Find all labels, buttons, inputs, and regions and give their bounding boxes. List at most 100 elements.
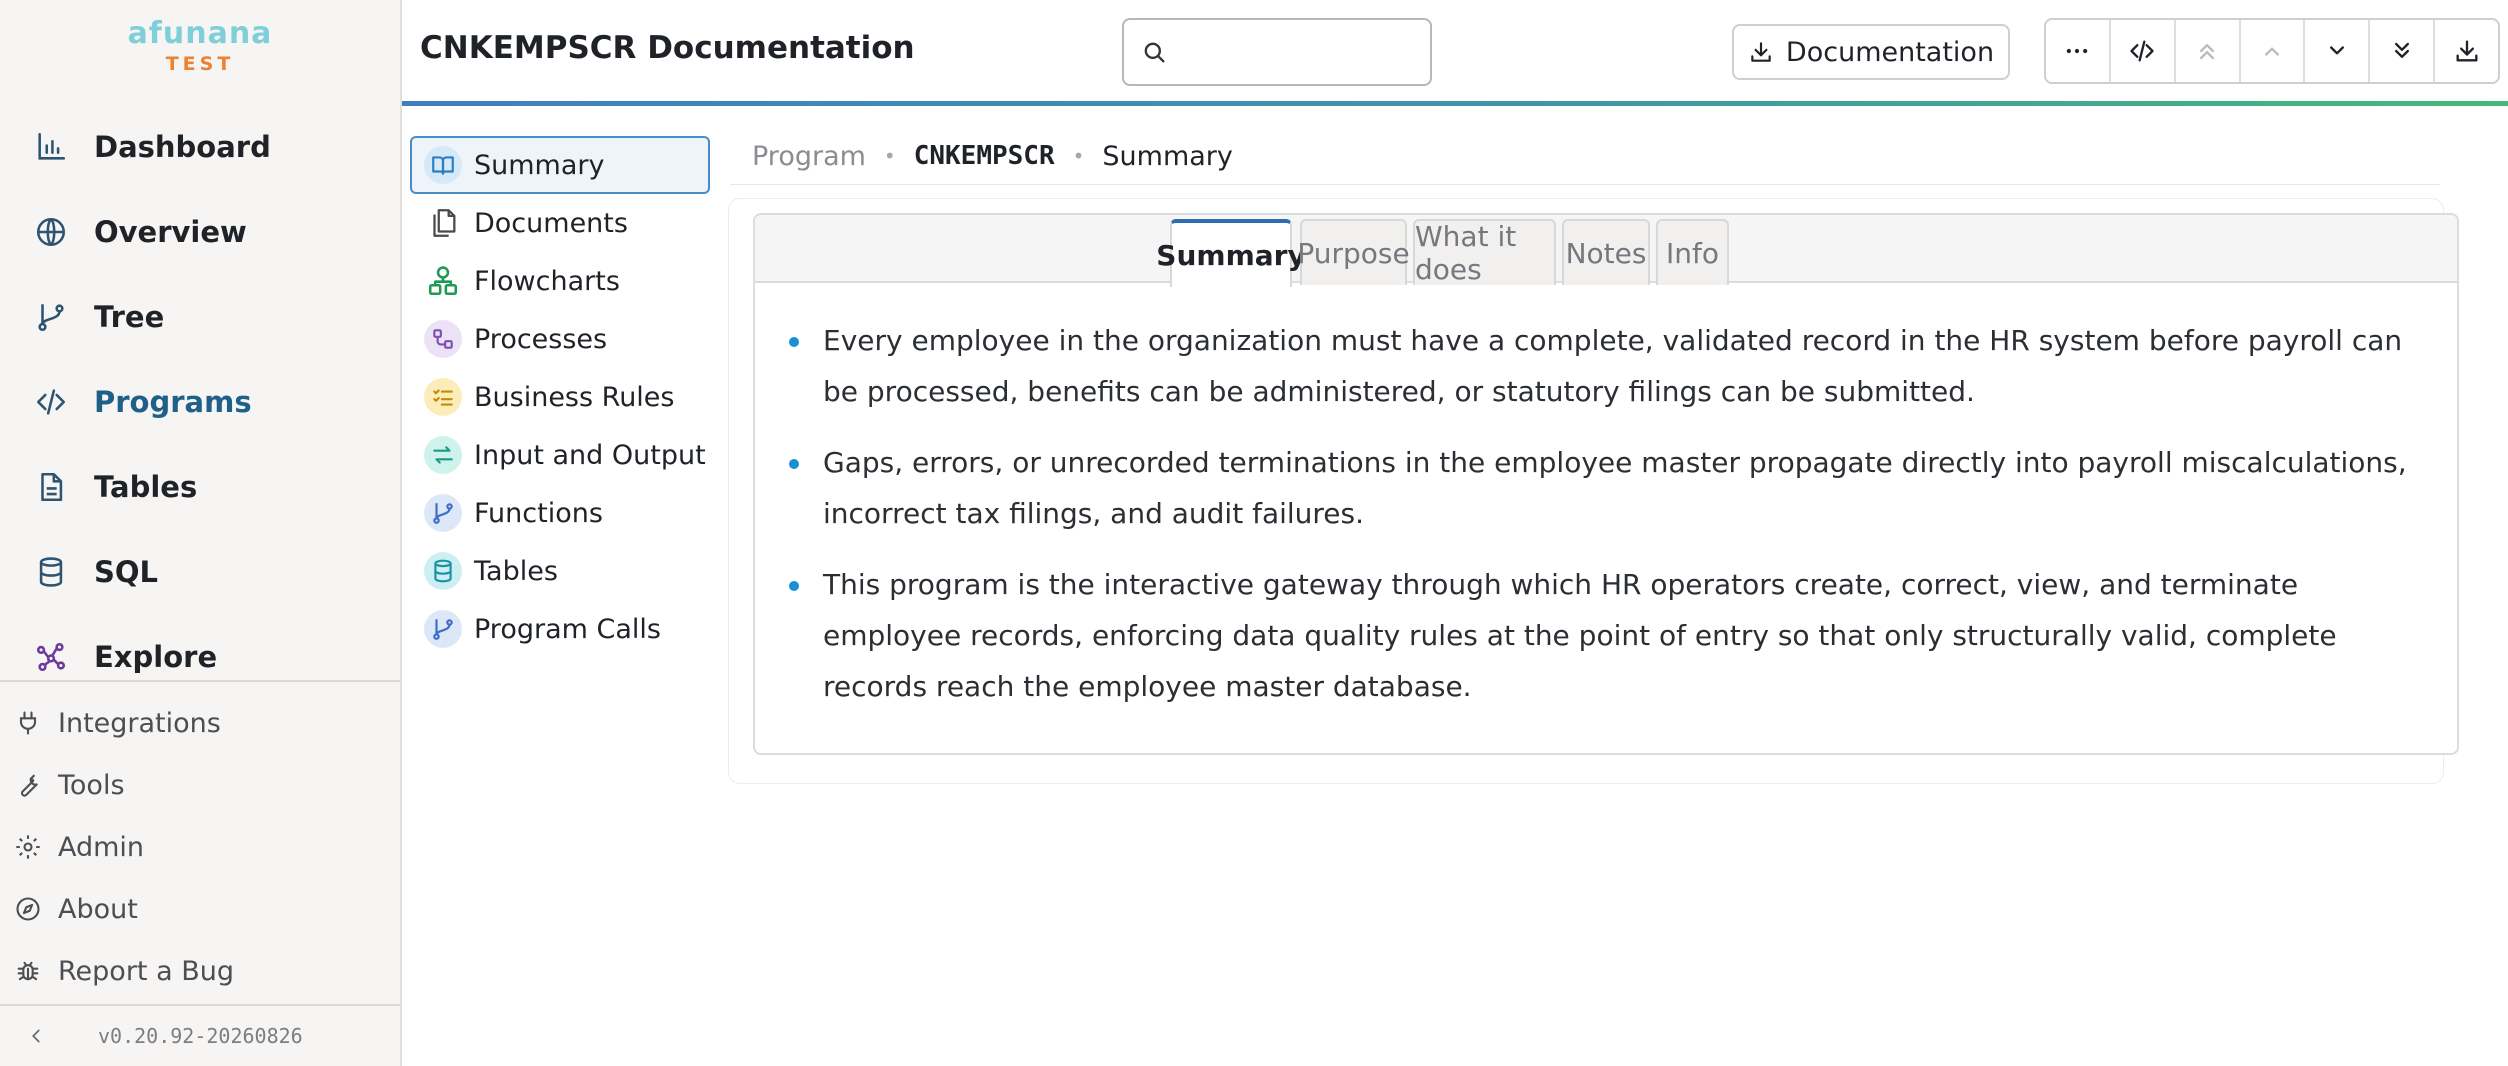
code-icon xyxy=(2128,37,2156,65)
tab-notes[interactable]: Notes xyxy=(1562,219,1650,285)
summary-bullet-list: Every employee in the organization must … xyxy=(785,315,2425,732)
nav-item-explore[interactable]: Explore xyxy=(0,614,400,699)
section-nav-business-rules[interactable]: Business Rules xyxy=(410,368,710,426)
more-icon xyxy=(2063,37,2091,65)
nav-item-tables[interactable]: Tables xyxy=(0,444,400,529)
download-icon xyxy=(1748,39,1786,65)
chevron-left-icon xyxy=(25,1025,47,1047)
nav-item-dashboard[interactable]: Dashboard xyxy=(0,104,400,189)
nav-item-label: Report a Bug xyxy=(58,955,234,987)
sidebar: afunana TEST Dashboard Overview Tree Pro… xyxy=(0,0,402,1066)
documentation-download-button[interactable]: Documentation xyxy=(1732,24,2010,80)
summary-bullet: Every employee in the organization must … xyxy=(785,315,2425,417)
download-button[interactable] xyxy=(2433,20,2498,82)
more-button[interactable] xyxy=(2046,20,2109,82)
previous-section-button[interactable] xyxy=(2238,20,2304,82)
nav-item-integrations[interactable]: Integrations xyxy=(0,692,400,754)
double-chevron-down-icon xyxy=(2388,37,2416,65)
nav-item-admin[interactable]: Admin xyxy=(0,816,400,878)
gear-icon xyxy=(14,833,42,861)
bug-icon xyxy=(14,957,42,985)
plug-icon xyxy=(14,709,42,737)
nav-item-tools[interactable]: Tools xyxy=(0,754,400,816)
bar-chart-icon xyxy=(34,130,68,164)
scroll-bottom-button[interactable] xyxy=(2368,20,2433,82)
nav-item-label: Integrations xyxy=(58,707,221,739)
book-icon xyxy=(424,146,462,184)
section-nav-label: Program Calls xyxy=(474,613,661,645)
nav-item-label: About xyxy=(58,893,138,925)
nav-item-overview[interactable]: Overview xyxy=(0,189,400,274)
breadcrumb-program-name[interactable]: CNKEMPSCR xyxy=(914,141,1055,171)
nav-item-label: Explore xyxy=(94,639,218,674)
documentation-button-label: Documentation xyxy=(1785,36,1995,68)
section-nav-label: Functions xyxy=(474,497,603,529)
page-header: CNKEMPSCR Documentation Documentation xyxy=(402,0,2508,104)
sidebar-divider xyxy=(0,680,400,682)
main-nav: Dashboard Overview Tree Programs Tables xyxy=(0,104,400,699)
section-nav-processes[interactable]: Processes xyxy=(410,310,710,368)
branch-icon xyxy=(424,610,462,648)
database-icon xyxy=(424,552,462,590)
toolbar xyxy=(2044,18,2500,84)
flowchart-icon xyxy=(424,262,462,300)
breadcrumb-separator: • xyxy=(883,144,896,168)
section-nav-label: Summary xyxy=(474,149,605,181)
nav-item-label: Tree xyxy=(94,299,165,334)
workflow-icon xyxy=(424,320,462,358)
globe-icon xyxy=(34,215,68,249)
section-nav-functions[interactable]: Functions xyxy=(410,484,710,542)
double-chevron-up-icon xyxy=(2193,37,2221,65)
section-nav-flowcharts[interactable]: Flowcharts xyxy=(410,252,710,310)
tab-bar: Summary Purpose What it does Notes Info xyxy=(755,215,2457,287)
tab-summary[interactable]: Summary xyxy=(1156,219,1306,287)
collapse-sidebar-button[interactable] xyxy=(0,1006,72,1066)
section-nav-label: Processes xyxy=(474,323,608,355)
nav-item-label: Dashboard xyxy=(94,129,271,164)
nav-item-tree[interactable]: Tree xyxy=(0,274,400,359)
tab-purpose[interactable]: Purpose xyxy=(1297,219,1410,285)
brand-logo[interactable]: afunana TEST xyxy=(0,16,400,76)
compass-icon xyxy=(14,895,42,923)
graph-icon xyxy=(34,640,68,674)
next-section-button[interactable] xyxy=(2303,20,2368,82)
list-check-icon xyxy=(424,378,462,416)
breadcrumb-current: Summary xyxy=(1102,140,1233,172)
section-nav-input-output[interactable]: Input and Output xyxy=(410,426,710,484)
sidebar-footer: v0.20.92-20260826 xyxy=(0,1004,400,1066)
search-input[interactable] xyxy=(1178,38,1418,66)
view-source-button[interactable] xyxy=(2108,20,2174,82)
tab-info[interactable]: Info xyxy=(1656,219,1729,285)
search-box[interactable] xyxy=(1122,18,1432,86)
nav-item-label: Admin xyxy=(58,831,145,863)
nav-item-programs[interactable]: Programs xyxy=(0,359,400,444)
nav-item-label: SQL xyxy=(94,554,159,589)
git-branch-icon xyxy=(34,300,68,334)
breadcrumb-divider xyxy=(730,184,2440,185)
breadcrumb-program[interactable]: Program xyxy=(752,141,866,172)
chevron-up-icon xyxy=(2258,37,2286,65)
section-nav-documents[interactable]: Documents xyxy=(410,194,710,252)
header-accent-rule xyxy=(402,101,2508,106)
scroll-top-button[interactable] xyxy=(2173,20,2239,82)
section-nav-program-calls[interactable]: Program Calls xyxy=(410,600,710,658)
code-icon xyxy=(34,385,68,419)
nav-item-sql[interactable]: SQL xyxy=(0,529,400,614)
section-nav: Summary Documents Flowcharts Processes B… xyxy=(410,136,710,658)
brand-env-badge: TEST xyxy=(165,53,235,75)
summary-card: Summary Purpose What it does Notes Info … xyxy=(753,213,2459,755)
breadcrumb-separator: • xyxy=(1072,144,1085,168)
tab-what-it-does[interactable]: What it does xyxy=(1413,219,1556,286)
section-nav-label: Flowcharts xyxy=(474,265,620,297)
section-nav-summary[interactable]: Summary xyxy=(410,136,710,194)
nav-item-about[interactable]: About xyxy=(0,878,400,940)
section-nav-tables[interactable]: Tables xyxy=(410,542,710,600)
section-nav-label: Business Rules xyxy=(474,381,675,413)
summary-bullet: Gaps, errors, or unrecorded terminations… xyxy=(785,437,2425,539)
nav-item-report-bug[interactable]: Report a Bug xyxy=(0,940,400,1002)
database-icon xyxy=(34,555,68,589)
search-icon xyxy=(1140,38,1168,66)
app-version: v0.20.92-20260826 xyxy=(98,1024,303,1048)
chevron-down-icon xyxy=(2323,37,2351,65)
nav-item-label: Overview xyxy=(94,214,247,249)
